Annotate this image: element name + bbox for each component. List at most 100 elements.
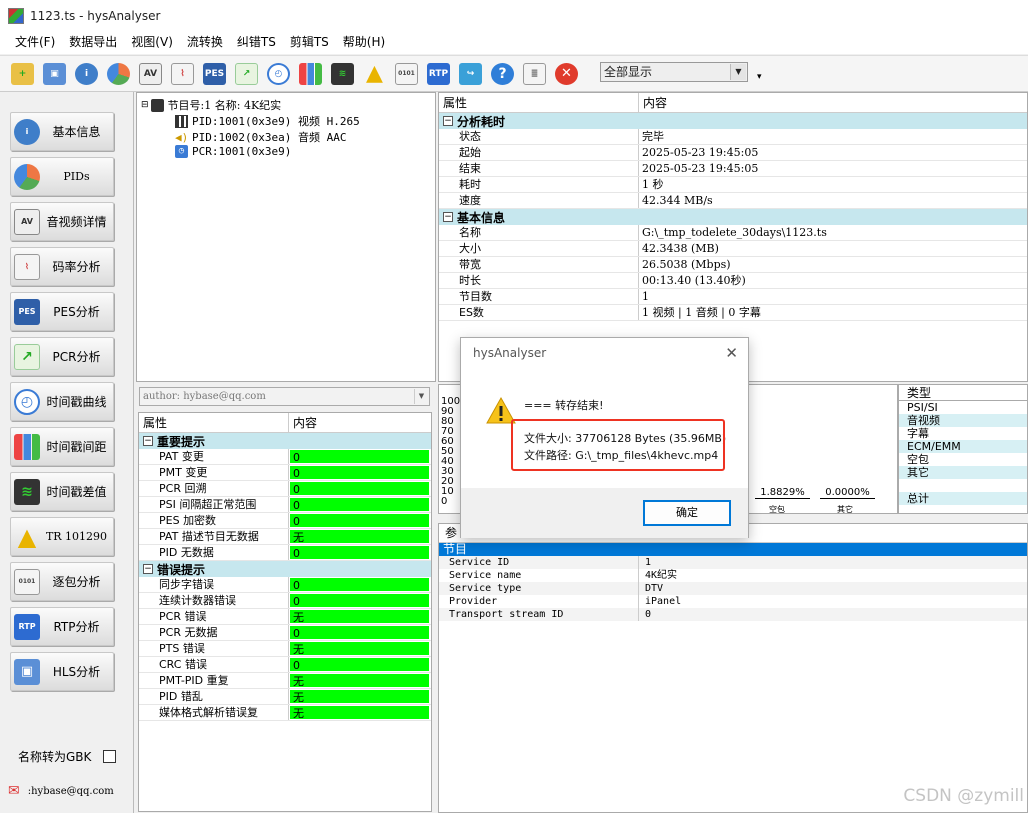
table-row[interactable]: PMT 变更 0 <box>139 465 431 481</box>
author-select[interactable]: author: hybase@qq.com ▼ <box>139 387 430 406</box>
collapse-icon[interactable]: − <box>443 116 453 126</box>
table-row[interactable]: 结束 2025-05-23 19:45:05 <box>439 161 1027 177</box>
table-row[interactable]: PCR 无数据 0 <box>139 625 431 641</box>
collapse-icon[interactable]: ⊟ <box>141 100 149 110</box>
table-row[interactable]: PID 错乱无 <box>139 689 431 705</box>
section-header[interactable]: − 分析耗时 <box>439 113 1027 129</box>
table-row[interactable]: PCR 回溯 0 <box>139 481 431 497</box>
bar-chart-icon[interactable] <box>296 59 325 88</box>
tree-node-program[interactable]: ⊟ 节目号:1 名称: 4K纪实 <box>141 97 281 113</box>
export-icon[interactable]: ↪ <box>456 59 485 88</box>
ok-button[interactable]: 确定 <box>643 500 731 526</box>
clock-icon[interactable]: ◴ <box>264 59 293 88</box>
collapse-icon[interactable]: − <box>143 436 153 446</box>
sidebar-item-hls[interactable]: ▣ HLS分析 <box>10 652 114 691</box>
table-row[interactable]: 时长 00:13.40 (13.40秒) <box>439 273 1027 289</box>
menu-stream-convert[interactable]: 流转换 <box>180 31 230 54</box>
open-folder-icon[interactable]: + <box>8 59 37 88</box>
row-key: PAT 变更 <box>139 449 289 464</box>
tree-node-pcr[interactable]: ◷ PCR:1001(0x3e9) <box>175 145 291 158</box>
sidebar-item-timestamp-diff[interactable]: ≋ 时间戳差值 <box>10 472 114 511</box>
col-attribute: 属性 <box>139 413 289 432</box>
sidebar-item-timestamp-interval[interactable]: 时间戳间距 <box>10 427 114 466</box>
menu-cut-ts[interactable]: 剪辑TS <box>283 31 336 54</box>
sidebar-item-rtp[interactable]: RTP RTP分析 <box>10 607 114 646</box>
stop-icon[interactable]: ✕ <box>552 59 581 88</box>
display-mode-select[interactable]: 全部显示 ▼ <box>600 62 748 82</box>
table-row[interactable]: PAT 描述节目无数据无 <box>139 529 431 545</box>
menu-help[interactable]: 帮助(H) <box>336 31 392 54</box>
menu-data-export[interactable]: 数据导出 <box>62 31 124 54</box>
table-row[interactable]: PAT 变更 0 <box>139 449 431 465</box>
table-row[interactable]: PID 无数据 0 <box>139 545 431 561</box>
close-icon[interactable]: ✕ <box>725 344 738 362</box>
table-row[interactable]: 节目数 1 <box>439 289 1027 305</box>
menu-view[interactable]: 视图(V) <box>124 31 180 54</box>
sidebar-item-timestamp-curve[interactable]: ◴ 时间戳曲线 <box>10 382 114 421</box>
warning-icon[interactable]: ▲ <box>360 59 389 88</box>
tree-node-audio[interactable]: ◀) PID:1002(0x3ea) 音频 AAC <box>175 129 346 145</box>
table-row[interactable]: Transport stream ID 0 <box>439 608 1027 621</box>
table-row[interactable]: PCR 错误无 <box>139 609 431 625</box>
email-link[interactable]: ✉:hybase@qq.com <box>8 783 114 799</box>
av-icon[interactable]: AV <box>136 59 165 88</box>
table-row[interactable]: 名称 G:\_tmp_todelete_30days\1123.ts <box>439 225 1027 241</box>
table-row[interactable]: ES数 1 视频 | 1 音频 | 0 字幕 <box>439 305 1027 321</box>
network-icon[interactable]: ▣ <box>40 59 69 88</box>
pes-icon[interactable]: PES <box>200 59 229 88</box>
av-icon: AV <box>14 208 40 235</box>
line-chart-icon[interactable]: ⌇ <box>168 59 197 88</box>
gbk-checkbox[interactable] <box>103 750 117 763</box>
menu-fix-ts[interactable]: 纠错TS <box>230 31 283 54</box>
table-row[interactable]: Service type DTV <box>439 582 1027 595</box>
sidebar-item-pcr[interactable]: ↗ PCR分析 <box>10 337 114 376</box>
table-row[interactable]: PES 加密数 0 <box>139 513 431 529</box>
sidebar-item-bitrate[interactable]: ⌇ 码率分析 <box>10 247 114 286</box>
table-row[interactable]: 状态 完毕 <box>439 129 1027 145</box>
table-row[interactable]: Service name 4K纪实 <box>439 569 1027 582</box>
help-icon[interactable]: ? <box>488 59 517 88</box>
table-row[interactable]: 媒体格式解析错误复无 <box>139 705 431 721</box>
table-row[interactable]: 同步字错误 0 <box>139 577 431 593</box>
table-icon[interactable]: ≣ <box>520 59 549 88</box>
sidebar-item-tr101290[interactable]: ▲ TR 101290 <box>10 517 114 556</box>
stripes-icon[interactable]: ≋ <box>328 59 357 88</box>
table-row[interactable]: Service ID 1 <box>439 556 1027 569</box>
binary-icon[interactable]: 0101 <box>392 59 421 88</box>
table-row[interactable]: 连续计数器错误 0 <box>139 593 431 609</box>
toolbar: + ▣ i AV ⌇ PES ↗ ◴ ≋ ▲ 0101 RTP ↪ ? ≣ ✕ <box>0 55 1028 92</box>
table-row[interactable]: 带宽 26.5038 (Mbps) <box>439 257 1027 273</box>
collapse-icon[interactable]: − <box>443 212 453 222</box>
gbk-toggle[interactable]: 名称转为GBK <box>18 748 117 765</box>
pie-icon[interactable] <box>104 59 133 88</box>
info-icon[interactable]: i <box>72 59 101 88</box>
section-header[interactable]: − 基本信息 <box>439 209 1027 225</box>
error-table-header: 属性 内容 <box>139 413 431 433</box>
menu-file[interactable]: 文件(F) <box>8 31 62 54</box>
section-header[interactable]: − 重要提示 <box>139 433 431 449</box>
sidebar-item-pids[interactable]: PIDs <box>10 157 114 196</box>
table-row[interactable]: 起始 2025-05-23 19:45:05 <box>439 145 1027 161</box>
params-section[interactable]: 节目 <box>439 543 1027 556</box>
rtp-icon[interactable]: RTP <box>424 59 453 88</box>
sidebar-item-pes[interactable]: PES PES分析 <box>10 292 114 331</box>
sidebar-item-basic-info[interactable]: i 基本信息 <box>10 112 114 151</box>
table-row[interactable]: PMT-PID 重复无 <box>139 673 431 689</box>
table-row[interactable]: CRC 错误 0 <box>139 657 431 673</box>
table-row[interactable]: 耗时 1 秒 <box>439 177 1027 193</box>
pcr-icon[interactable]: ↗ <box>232 59 261 88</box>
sidebar-item-packet-analysis[interactable]: 0101 逐包分析 <box>10 562 114 601</box>
chevron-down-icon[interactable]: ▼ <box>730 64 746 80</box>
table-row[interactable]: 速度 42.344 MB/s <box>439 193 1027 209</box>
sidebar-item-av-details[interactable]: AV 音视频详情 <box>10 202 114 241</box>
collapse-icon[interactable]: − <box>143 564 153 574</box>
toolbar-overflow-icon[interactable]: ▾ <box>757 72 762 82</box>
tree-node-video[interactable]: PID:1001(0x3e9) 视频 H.265 <box>175 113 360 129</box>
section-header[interactable]: − 错误提示 <box>139 561 431 577</box>
table-row[interactable]: PSI 间隔超正常范围 0 <box>139 497 431 513</box>
chevron-down-icon[interactable]: ▼ <box>414 389 428 404</box>
table-row[interactable]: 大小 42.3438 (MB) <box>439 241 1027 257</box>
table-row[interactable]: PTS 错误无 <box>139 641 431 657</box>
table-row[interactable]: Provider iPanel <box>439 595 1027 608</box>
watermark: CSDN @zymill <box>903 786 1024 806</box>
